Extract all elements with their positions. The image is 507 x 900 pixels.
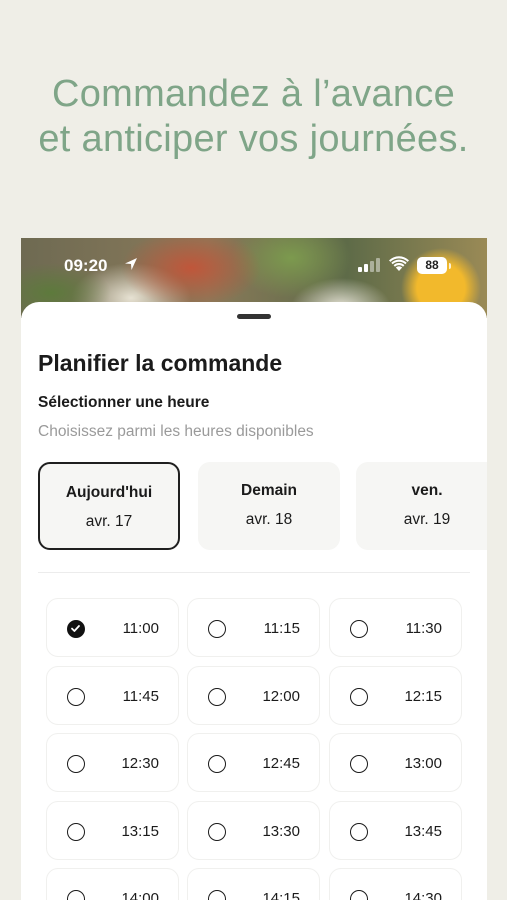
time-slot[interactable]: 14:15 <box>187 868 320 900</box>
section-title: Sélectionner une heure <box>38 394 210 411</box>
time-slot[interactable]: 12:15 <box>329 665 462 725</box>
time-slot[interactable]: 11:15 <box>187 598 320 657</box>
time-slot[interactable]: 11:45 <box>46 665 179 725</box>
slot-time-label: 11:00 <box>122 620 159 637</box>
radio-icon[interactable] <box>208 687 226 706</box>
slot-time-label: 11:15 <box>263 620 300 637</box>
time-slot[interactable]: 11:30 <box>329 598 462 657</box>
slot-time-label: 11:30 <box>405 620 442 637</box>
time-slot[interactable]: 12:45 <box>187 733 320 792</box>
day-name: ven. <box>411 482 443 499</box>
radio-icon[interactable] <box>350 890 368 900</box>
slot-time-label: 13:00 <box>404 755 442 772</box>
day-selector: Aujourd'hui avr. 17 Demain avr. 18 ven. … <box>38 462 487 550</box>
cellular-signal-icon <box>358 258 380 272</box>
day-date: avr. 18 <box>245 511 293 528</box>
sheet-title: Planifier la commande <box>38 350 283 376</box>
time-slot[interactable]: 13:30 <box>187 800 320 860</box>
section-subtitle: Choisissez parmi les heures disponibles <box>38 423 314 440</box>
time-slot[interactable]: 11:00 <box>46 598 179 657</box>
radio-icon[interactable] <box>208 890 226 900</box>
slot-time-label: 12:00 <box>262 687 300 705</box>
slot-time-label: 11:45 <box>122 687 159 705</box>
day-name: Demain <box>241 482 297 499</box>
time-slot[interactable]: 13:00 <box>329 733 462 792</box>
time-slot[interactable]: 14:00 <box>46 868 179 900</box>
bottom-sheet: Planifier la commande Sélectionner une h… <box>21 302 487 900</box>
phone-screen: 09:20 88 Planifier la commande Sélection… <box>21 238 487 900</box>
slot-time-label: 12:15 <box>404 687 442 705</box>
battery-icon: 88 <box>417 257 447 274</box>
slot-time-label: 13:45 <box>404 822 442 840</box>
time-slot[interactable]: 13:45 <box>329 800 462 860</box>
radio-icon[interactable] <box>67 822 85 841</box>
day-option-tomorrow[interactable]: Demain avr. 18 <box>198 462 340 550</box>
slot-time-label: 14:30 <box>404 890 442 900</box>
day-date: avr. 17 <box>85 513 133 530</box>
headline-line-1: Commandez à l’avance <box>51 73 456 115</box>
radio-icon[interactable] <box>208 822 226 841</box>
slot-time-label: 12:30 <box>121 755 159 772</box>
slot-time-label: 13:30 <box>262 822 300 840</box>
wifi-icon <box>389 256 409 271</box>
radio-icon[interactable] <box>208 755 226 773</box>
radio-icon[interactable] <box>350 620 368 638</box>
radio-icon[interactable] <box>350 755 368 773</box>
headline-line-2: et anticiper vos journées. <box>38 118 469 160</box>
time-slot[interactable]: 14:30 <box>329 868 462 900</box>
radio-icon[interactable] <box>67 890 85 900</box>
radio-checked-icon[interactable] <box>67 620 85 638</box>
marketing-headline: Commandez à l’avance et anticiper vos jo… <box>0 72 507 162</box>
slot-time-label: 14:00 <box>121 890 159 900</box>
slot-time-label: 13:15 <box>121 822 159 840</box>
day-option-today[interactable]: Aujourd'hui avr. 17 <box>38 462 180 550</box>
status-time: 09:20 <box>64 256 108 275</box>
divider <box>38 572 470 573</box>
slot-time-label: 14:15 <box>262 890 300 900</box>
sheet-drag-handle[interactable] <box>237 314 271 319</box>
radio-icon[interactable] <box>67 755 85 773</box>
time-slot[interactable]: 13:15 <box>46 800 179 860</box>
day-option-friday[interactable]: ven. avr. 19 <box>356 462 487 550</box>
day-date: avr. 19 <box>403 511 451 528</box>
radio-icon[interactable] <box>208 620 226 638</box>
location-arrow-icon <box>125 258 137 270</box>
status-bar: 09:20 88 <box>21 254 487 278</box>
time-slot[interactable]: 12:30 <box>46 733 179 792</box>
time-slot[interactable]: 12:00 <box>187 665 320 725</box>
battery-tip <box>449 263 451 269</box>
radio-icon[interactable] <box>350 822 368 841</box>
check-icon <box>71 625 80 632</box>
radio-icon[interactable] <box>350 687 368 706</box>
slot-time-label: 12:45 <box>262 755 300 772</box>
radio-icon[interactable] <box>67 687 85 706</box>
day-name: Aujourd'hui <box>65 484 153 501</box>
